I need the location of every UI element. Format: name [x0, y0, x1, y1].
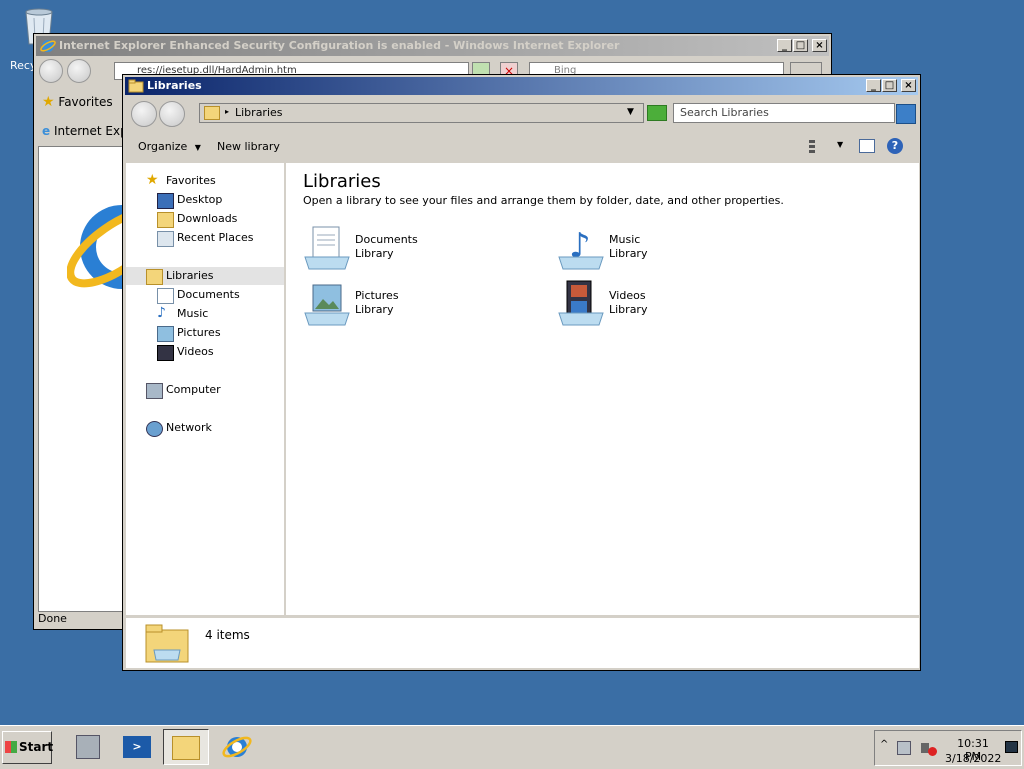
music-note-icon: ♪: [157, 305, 166, 321]
page-description: Open a library to see your files and arr…: [303, 194, 784, 207]
details-pane: 4 items: [126, 618, 919, 668]
ie-content-area: [38, 146, 137, 612]
taskbar-server-manager[interactable]: [66, 729, 112, 765]
libraries-folder-icon: [128, 79, 144, 93]
library-videos[interactable]: Videos Library: [557, 279, 807, 329]
library-name: Videos: [609, 289, 646, 302]
organize-button[interactable]: Organize ▼: [138, 140, 201, 153]
volume-muted-icon[interactable]: [921, 740, 937, 756]
pictures-icon: [157, 326, 174, 342]
pictures-library-icon: [304, 284, 350, 326]
library-documents[interactable]: Documents Library: [303, 223, 553, 273]
notification-area: ^ 10:31 PM 3/18/2022: [874, 730, 1022, 766]
documents-library-icon: [304, 226, 350, 270]
organize-label: Organize: [138, 140, 188, 153]
library-name: Documents: [355, 233, 418, 246]
explorer-window-title: Libraries: [147, 79, 202, 92]
search-icon[interactable]: [896, 104, 916, 124]
address-dropdown-icon[interactable]: ▼: [627, 107, 634, 117]
address-bar[interactable]: ▸ Libraries ▼: [199, 103, 644, 123]
libraries-icon: [146, 269, 163, 285]
ie-maximize-button[interactable]: □: [793, 39, 808, 52]
breadcrumb-libraries[interactable]: Libraries: [235, 106, 283, 119]
ie-tab-icon: e: [42, 124, 51, 138]
library-music[interactable]: ♪ Music Library: [557, 223, 807, 273]
help-icon[interactable]: ?: [887, 138, 903, 154]
library-type: Library: [355, 303, 394, 316]
library-type: Library: [609, 247, 648, 260]
computer-icon: [146, 383, 163, 399]
item-count: 4 items: [205, 628, 250, 642]
page-title: Libraries: [303, 171, 381, 192]
start-label: Start: [19, 740, 54, 754]
ie-back-button[interactable]: [39, 59, 63, 83]
view-dropdown-icon[interactable]: ▼: [837, 140, 843, 149]
library-type: Library: [609, 303, 648, 316]
internet-explorer-icon: [222, 736, 252, 758]
videos-icon: [157, 345, 174, 361]
downloads-icon: [157, 212, 174, 228]
network-tray-icon[interactable]: [897, 741, 911, 755]
explorer-maximize-button[interactable]: □: [882, 79, 897, 92]
search-input[interactable]: Search Libraries: [673, 103, 895, 123]
libraries-large-icon: [145, 624, 189, 663]
refresh-icon[interactable]: [647, 105, 667, 121]
star-icon: ★: [42, 94, 55, 110]
show-hidden-icons-icon[interactable]: ^: [880, 739, 888, 750]
library-name: Music: [609, 233, 641, 246]
ie-favorites-button[interactable]: ★ Favorites: [42, 94, 113, 112]
explorer-title-bar[interactable]: Libraries _ □ ×: [125, 77, 918, 95]
ie-window-title: Internet Explorer Enhanced Security Conf…: [59, 39, 620, 52]
desktop-icon: [157, 193, 174, 209]
explorer-close-button[interactable]: ×: [901, 79, 916, 92]
new-library-button[interactable]: New library: [217, 140, 280, 153]
clock-date[interactable]: 3/18/2022: [945, 752, 1001, 765]
explorer-minimize-button[interactable]: _: [866, 79, 881, 92]
star-icon: ★: [146, 172, 159, 188]
navigation-pane: ★ Favorites Desktop Downloads Recent Pla…: [126, 163, 284, 615]
content-pane: Libraries Open a library to see your fil…: [286, 163, 919, 615]
breadcrumb-arrow-icon[interactable]: ▸: [225, 107, 229, 116]
server-manager-icon: [76, 735, 100, 759]
recent-places-icon: [157, 231, 174, 247]
ie-minimize-button[interactable]: _: [777, 39, 792, 52]
windows-logo-icon: [5, 741, 17, 753]
network-icon: [146, 421, 163, 437]
videos-library-icon: [558, 280, 604, 326]
explorer-window[interactable]: Libraries _ □ × ▸ Libraries ▼ Search Lib…: [122, 74, 921, 671]
ie-forward-button[interactable]: [67, 59, 91, 83]
library-name: Pictures: [355, 289, 399, 302]
taskbar-powershell[interactable]: >: [114, 729, 160, 765]
powershell-icon: >: [123, 736, 151, 758]
ie-favorites-label: Favorites: [58, 95, 113, 109]
ie-title-bar[interactable]: Internet Explorer Enhanced Security Conf…: [36, 36, 829, 56]
ie-close-button[interactable]: ×: [812, 39, 827, 52]
start-button[interactable]: Start: [2, 731, 54, 764]
preview-pane-icon[interactable]: [859, 139, 875, 153]
organize-dropdown-icon: ▼: [194, 143, 201, 152]
back-button[interactable]: [131, 101, 157, 127]
documents-icon: [157, 288, 174, 304]
music-library-icon: ♪: [558, 226, 604, 270]
taskbar-internet-explorer[interactable]: [214, 729, 260, 765]
show-desktop-icon[interactable]: [1005, 741, 1018, 753]
ie-status-bar: Done: [38, 612, 67, 625]
library-pictures[interactable]: Pictures Library: [303, 279, 553, 329]
library-type: Library: [355, 247, 394, 260]
taskbar: Start > ^ 10:31 PM 3/18/2022: [0, 725, 1024, 769]
address-folder-icon: [204, 106, 220, 120]
forward-button[interactable]: [159, 101, 185, 127]
taskbar-explorer[interactable]: [163, 729, 209, 765]
explorer-folder-icon: [172, 736, 200, 760]
ie-logo-icon: [40, 40, 56, 52]
change-view-icon[interactable]: [809, 139, 825, 153]
